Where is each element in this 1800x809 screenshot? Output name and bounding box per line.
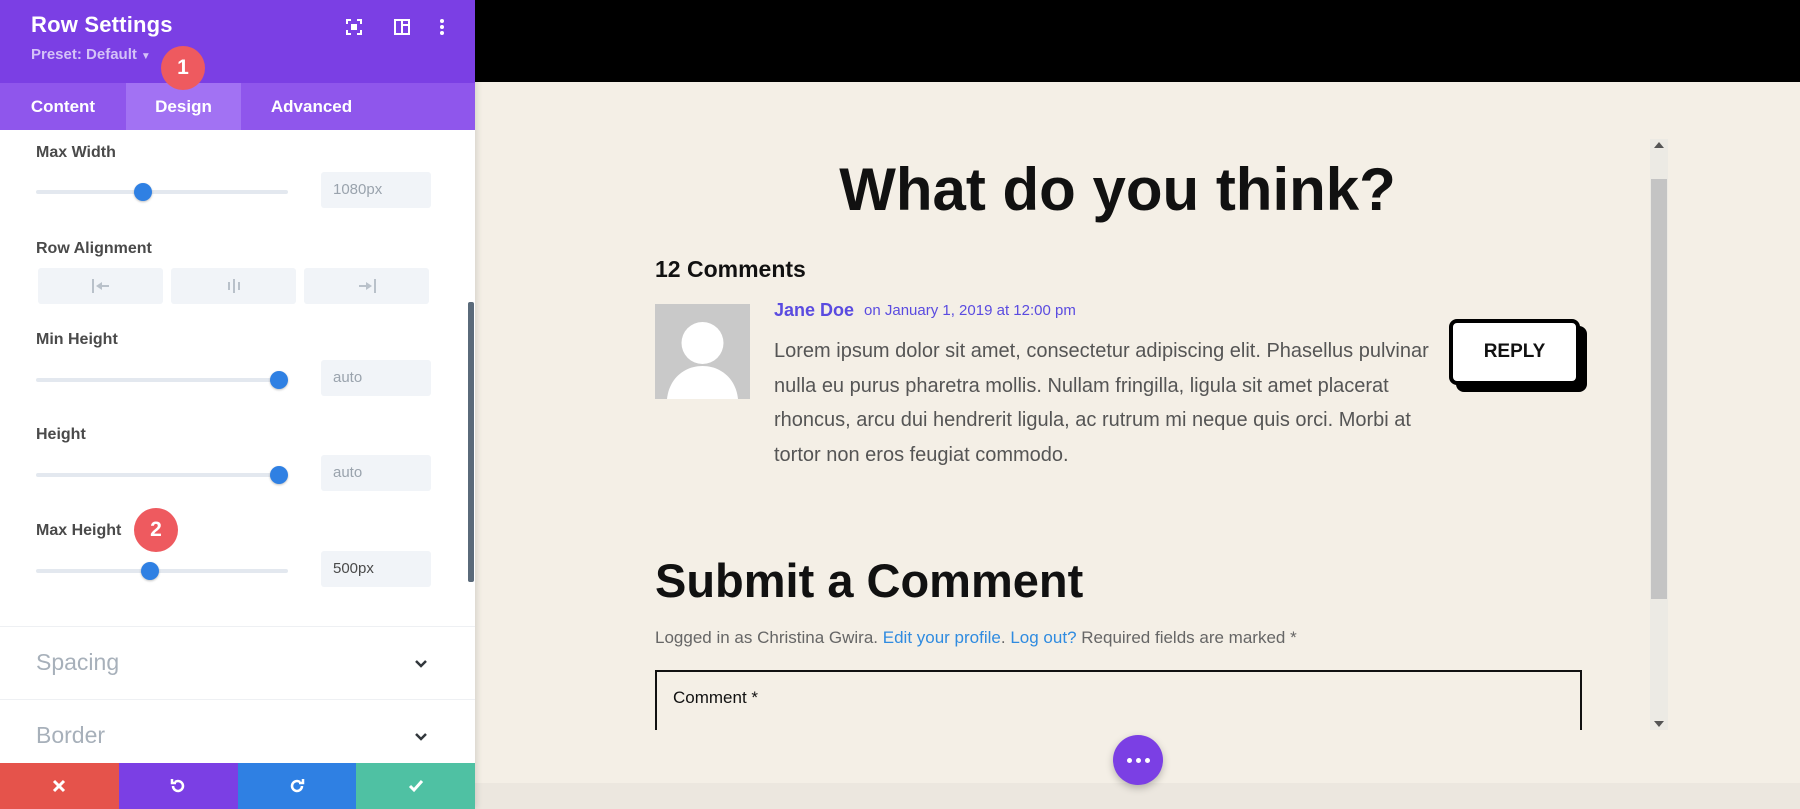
comment-text: Lorem ipsum dolor sit amet, consectetur … — [774, 340, 1429, 466]
comment-field-label: Comment * — [673, 688, 759, 707]
split-view-icon[interactable] — [391, 16, 413, 38]
align-left-button[interactable] — [38, 268, 163, 304]
min-height-input[interactable]: auto — [321, 360, 431, 396]
max-width-slider[interactable] — [36, 183, 288, 201]
panel-tabs: Content Design Advanced — [0, 83, 475, 130]
tab-advanced[interactable]: Advanced — [241, 83, 382, 130]
log-out-link[interactable]: Log out? — [1010, 628, 1076, 647]
preview-scrollbar[interactable] — [1650, 139, 1668, 730]
more-options-icon[interactable] — [431, 16, 453, 38]
row-settings-panel: Row Settings Preset: Default ▼ Content De… — [0, 0, 475, 809]
section-spacing-title: Spacing — [36, 649, 120, 675]
check-icon — [408, 780, 423, 793]
scroll-down-icon[interactable] — [1654, 721, 1664, 727]
logged-in-line: Logged in as Christina Gwira. Edit your … — [655, 628, 1297, 648]
user-avatar-icon — [655, 304, 750, 399]
step-badge-1: 1 — [161, 46, 205, 90]
comment-textarea[interactable]: Comment * — [655, 670, 1582, 730]
section-border[interactable]: Border — [0, 699, 475, 763]
section-spacing[interactable]: Spacing — [0, 626, 475, 699]
avatar — [655, 304, 750, 399]
max-height-slider[interactable] — [36, 562, 288, 580]
page-top-bar — [475, 0, 1800, 82]
redo-button[interactable] — [237, 763, 357, 809]
close-icon — [53, 779, 66, 793]
row-alignment-label: Row Alignment — [36, 240, 152, 257]
align-center-button[interactable] — [171, 268, 296, 304]
dots-icon — [1144, 757, 1150, 763]
min-height-slider[interactable] — [36, 371, 288, 389]
step-badge-2: 2 — [134, 508, 178, 552]
save-button[interactable] — [356, 763, 475, 809]
max-height-input[interactable]: 500px — [321, 551, 431, 587]
slider-handle[interactable] — [270, 371, 288, 389]
chevron-down-icon — [415, 733, 427, 741]
reply-button[interactable]: REPLY — [1449, 319, 1580, 385]
preset-label: Preset: Default — [31, 46, 137, 63]
tab-design[interactable]: Design — [126, 83, 241, 130]
redo-icon — [290, 779, 305, 793]
tab-content[interactable]: Content — [0, 83, 126, 130]
slider-handle[interactable] — [141, 562, 160, 580]
height-input[interactable]: auto — [321, 455, 431, 491]
separator-text: . — [1000, 628, 1006, 647]
page-bottom-strip — [475, 783, 1800, 809]
align-left-icon — [91, 279, 109, 293]
height-slider[interactable] — [36, 466, 288, 484]
max-width-label: Max Width — [36, 144, 116, 161]
panel-title: Row Settings — [31, 12, 173, 37]
undo-icon — [170, 779, 185, 793]
dots-icon — [1135, 757, 1141, 763]
logged-in-text: Logged in as Christina Gwira. — [655, 628, 879, 647]
fullscreen-icon[interactable] — [343, 16, 365, 38]
edit-profile-link[interactable]: Edit your profile — [883, 628, 1001, 647]
align-right-button[interactable] — [304, 268, 429, 304]
align-right-icon — [358, 279, 376, 293]
max-width-input[interactable]: 1080px — [321, 172, 431, 208]
undo-button[interactable] — [118, 763, 238, 809]
panel-footer — [0, 763, 475, 809]
caret-down-icon: ▼ — [140, 51, 151, 62]
max-height-label: Max Height — [36, 522, 122, 539]
builder-window: Row Settings Preset: Default ▼ Content De… — [0, 0, 1800, 809]
align-center-icon — [227, 279, 240, 293]
comment-date[interactable]: on January 1, 2019 at 12:00 pm — [864, 302, 1076, 319]
slider-handle[interactable] — [270, 466, 288, 484]
dots-icon — [1126, 757, 1132, 763]
scroll-up-icon[interactable] — [1654, 142, 1664, 148]
preset-dropdown[interactable]: Preset: Default ▼ — [31, 46, 151, 63]
required-fields-text: Required fields are marked * — [1081, 628, 1297, 647]
slider-handle[interactable] — [134, 183, 153, 201]
builder-menu-button[interactable] — [1113, 735, 1163, 785]
comments-count: 12 Comments — [655, 256, 806, 282]
chevron-down-icon — [415, 660, 427, 668]
section-border-title: Border — [36, 722, 106, 748]
height-label: Height — [36, 426, 86, 443]
min-height-label: Min Height — [36, 331, 118, 348]
scroll-thumb[interactable] — [1651, 179, 1667, 599]
panel-header: Row Settings Preset: Default ▼ — [0, 0, 475, 83]
panel-scrollbar[interactable] — [468, 302, 474, 582]
comments-heading: What do you think? — [839, 156, 1396, 223]
submit-comment-heading: Submit a Comment — [655, 554, 1084, 607]
cancel-button[interactable] — [0, 763, 119, 809]
comment-author[interactable]: Jane Doe — [774, 300, 854, 321]
